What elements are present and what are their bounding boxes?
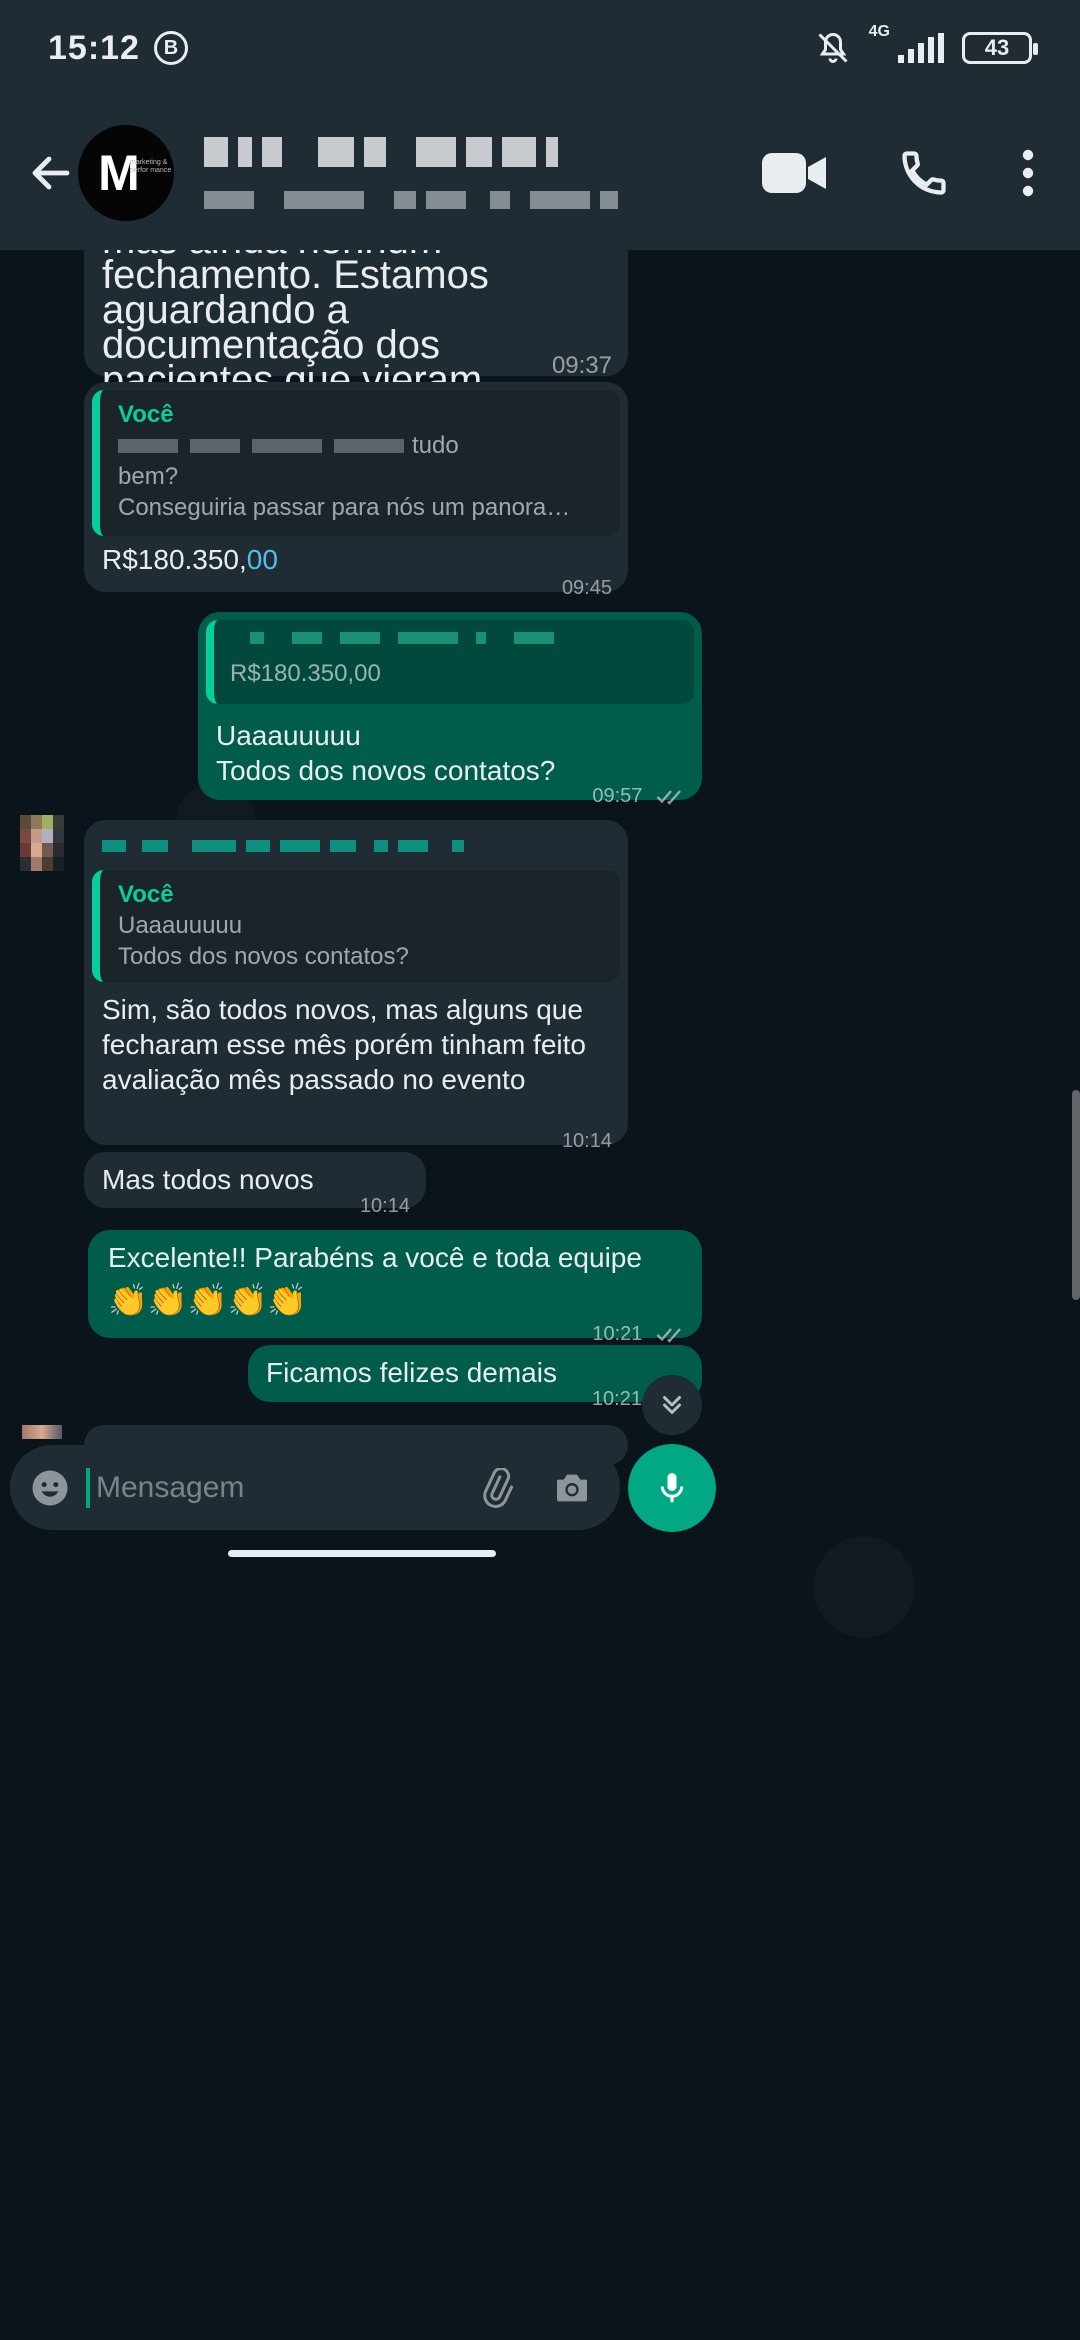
quote-text: R$180.350,00 bbox=[230, 660, 381, 687]
message-time: 10:14 bbox=[561, 1130, 612, 1152]
sender-name-redacted bbox=[102, 840, 464, 852]
attach-icon[interactable] bbox=[476, 1467, 516, 1508]
chat-area[interactable]: Então, tivemos avaliações, mas ainda nen… bbox=[0, 250, 1080, 2160]
status-badge: B bbox=[153, 31, 188, 65]
message-text: Ficamos felizes demais bbox=[266, 1357, 557, 1388]
message-text: Excelente!! Parabéns a você e toda equip… bbox=[108, 1242, 642, 1273]
message-bubble-outgoing[interactable]: Excelente!! Parabéns a você e toda equip… bbox=[88, 1230, 702, 1345]
header-actions bbox=[762, 147, 1056, 199]
amount-main: R$180.350, bbox=[102, 544, 247, 575]
composer-actions bbox=[476, 1467, 600, 1508]
amount-cents-link[interactable]: 00 bbox=[247, 544, 278, 575]
back-button[interactable] bbox=[24, 146, 78, 200]
message-time-text: 09:57 bbox=[592, 785, 643, 807]
network-type: 4G bbox=[868, 23, 890, 40]
back-arrow-icon bbox=[32, 156, 70, 190]
contact-name-redacted bbox=[204, 137, 618, 167]
voice-message-button[interactable] bbox=[628, 1444, 716, 1532]
scroll-down-icon bbox=[663, 1396, 681, 1414]
chat-header: M marketing & perfor mance bbox=[0, 96, 1080, 250]
message-bubble-outgoing[interactable]: R$180.350,00 Uaaauuuuu Todos dos novos c… bbox=[198, 612, 702, 807]
quote-author: Você bbox=[118, 401, 174, 428]
contact-avatar[interactable]: M marketing & perfor mance bbox=[78, 125, 174, 221]
message-time: 10:21 bbox=[591, 1388, 642, 1410]
mute-bell-icon bbox=[818, 32, 848, 63]
more-options-icon[interactable] bbox=[1020, 148, 1036, 198]
quote-text: bem? bbox=[118, 463, 179, 490]
quoted-message[interactable]: R$180.350,00 bbox=[206, 620, 694, 704]
message-time: 09:57 bbox=[592, 770, 686, 822]
message-text: Uaaauuuuu bbox=[216, 720, 361, 751]
scrollbar[interactable] bbox=[1072, 1090, 1080, 1300]
scroll-to-bottom-button[interactable] bbox=[642, 1375, 702, 1435]
message-text: Mas todos novos bbox=[102, 1164, 314, 1195]
message-bubble-incoming[interactable]: Mas todos novos 10:14 bbox=[84, 1152, 426, 1217]
quote-text: Todos dos novos contatos? bbox=[118, 943, 409, 970]
avatar-tagline: marketing & perfor mance bbox=[130, 159, 172, 174]
voice-call-icon[interactable] bbox=[898, 147, 950, 199]
sender-avatar[interactable] bbox=[20, 815, 64, 871]
quote-line-redacted: tudo bbox=[118, 430, 602, 461]
quote-text: Conseguiria passar para nós um panora… bbox=[118, 494, 571, 521]
message-bubble-incoming[interactable]: Você Uaaauuuuu Todos dos novos contatos?… bbox=[84, 820, 628, 1152]
quote-author-redacted bbox=[230, 632, 678, 644]
status-icons: 4G 43 bbox=[815, 24, 1038, 66]
message-input[interactable]: Mensagem bbox=[86, 1467, 476, 1508]
contact-status-redacted bbox=[204, 191, 618, 209]
status-time: 15:12 bbox=[48, 28, 140, 67]
mic-icon bbox=[660, 1473, 684, 1503]
battery-level: 43 bbox=[984, 35, 1010, 60]
message-bubble-incoming[interactable]: Então, tivemos avaliações, mas ainda nen… bbox=[84, 250, 628, 470]
message-bubble-outgoing[interactable]: Ficamos felizes demais 10:21 bbox=[248, 1345, 702, 1410]
camera-icon[interactable] bbox=[552, 1468, 592, 1508]
quote-author: Você bbox=[118, 881, 174, 908]
battery-icon: 43 bbox=[962, 32, 1038, 64]
next-sender-avatar bbox=[22, 1425, 62, 1439]
message-time-text: 10:21 bbox=[592, 1323, 643, 1345]
message-text: Sim, são todos novos, mas alguns que fec… bbox=[102, 994, 586, 1095]
signal-icon bbox=[898, 33, 944, 63]
status-bar: 15:12 B 4G 43 bbox=[0, 0, 1080, 96]
double-check-icon bbox=[656, 789, 681, 805]
clapping-emoji-row: 👏👏👏👏👏 bbox=[108, 1282, 308, 1318]
double-check-icon bbox=[656, 1327, 681, 1343]
home-indicator[interactable] bbox=[228, 1550, 496, 1557]
emoji-icon[interactable] bbox=[30, 1468, 70, 1508]
message-time: 09:45 bbox=[561, 577, 612, 599]
message-composer: Mensagem bbox=[10, 1445, 620, 1530]
quote-text-tail: tudo bbox=[412, 432, 459, 459]
quoted-message[interactable]: Você Uaaauuuuu Todos dos novos contatos? bbox=[92, 870, 620, 982]
message-time: 10:14 bbox=[359, 1195, 410, 1217]
contact-info[interactable] bbox=[204, 137, 618, 209]
message-text: Todos dos novos contatos? bbox=[216, 755, 556, 786]
quote-text: Uaaauuuuu bbox=[118, 912, 243, 939]
message-text: R$180.350,00 bbox=[102, 542, 278, 578]
video-call-icon[interactable] bbox=[762, 151, 828, 195]
message-bubble-incoming[interactable]: Você tudo bem? Conseguiria passar para n… bbox=[84, 382, 628, 599]
quoted-message[interactable]: Você tudo bem? Conseguiria passar para n… bbox=[92, 390, 620, 536]
